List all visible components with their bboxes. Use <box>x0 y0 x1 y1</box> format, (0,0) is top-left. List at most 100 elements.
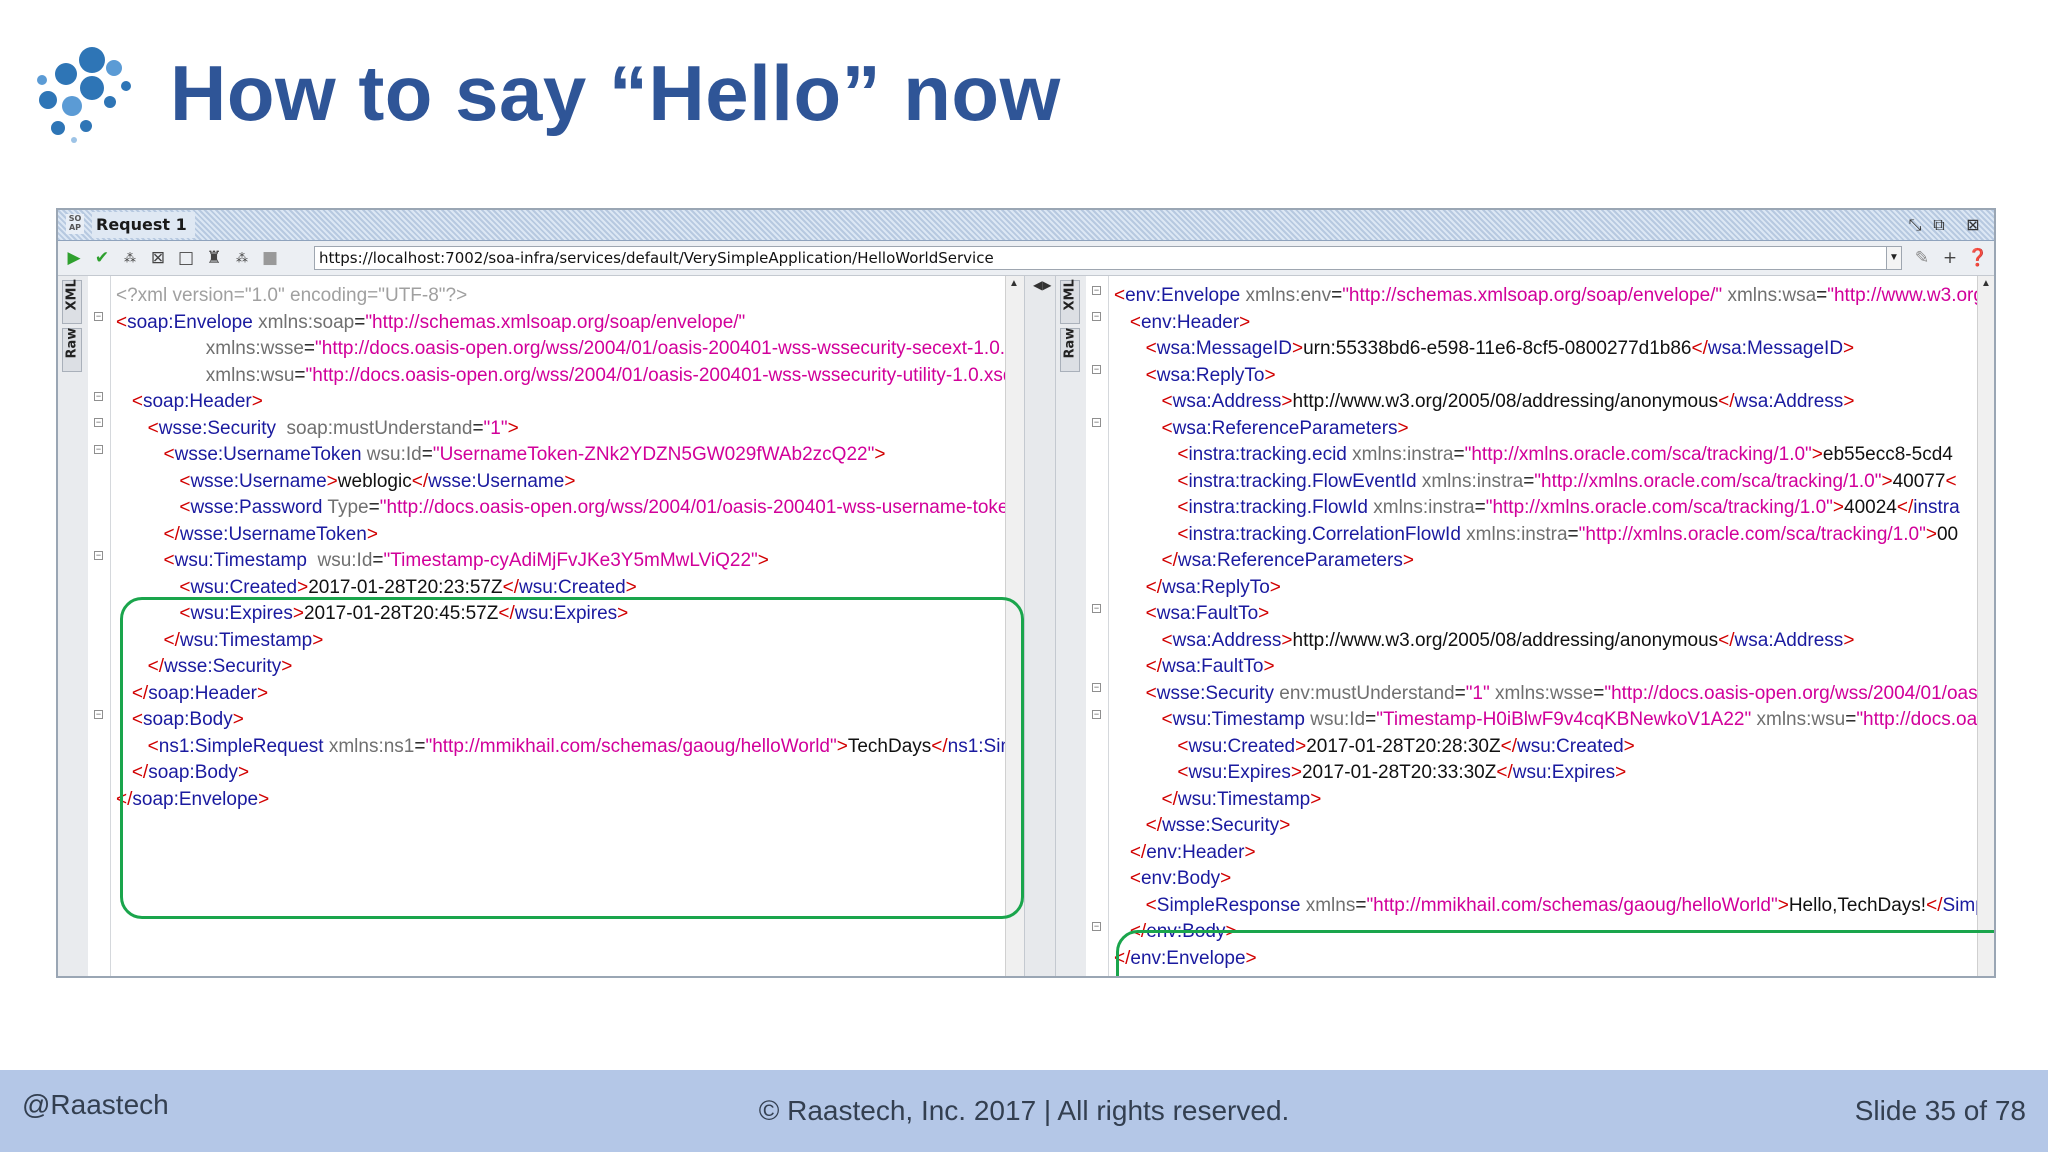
response-scrollbar[interactable]: ▲ <box>1977 276 1994 976</box>
code-line[interactable]: <wsu:Timestamp wsu:Id="Timestamp-cyAdiMj… <box>116 548 1024 575</box>
code-token: "http://schemas.xmlsoap.org/soap/envelop… <box>365 311 746 333</box>
code-line[interactable]: </wsse:UsernameToken> <box>116 522 1024 549</box>
code-line[interactable]: <instra:tracking.FlowEventId xmlns:instr… <box>1114 469 1994 496</box>
code-token: </ <box>116 788 133 810</box>
fold-toggle-icon[interactable]: − <box>94 445 103 454</box>
code-line[interactable]: <wsa:ReferenceParameters> <box>1114 416 1994 443</box>
code-line[interactable]: xmlns:wsu="http://docs.oasis-open.org/ws… <box>116 363 1024 390</box>
fold-toggle-icon[interactable]: − <box>1092 710 1101 719</box>
code-line[interactable]: <wsa:Address>http://www.w3.org/2005/08/a… <box>1114 628 1994 655</box>
fold-toggle-icon[interactable]: − <box>1092 365 1101 374</box>
code-line[interactable]: </soap:Envelope> <box>116 787 1024 814</box>
tab-raw[interactable]: Raw <box>1060 328 1080 372</box>
code-line[interactable]: <SimpleResponse xmlns="http://mmikhail.c… <box>1114 893 1994 920</box>
code-line[interactable]: <wsa:MessageID>urn:55338bd6-e598-11e6-8c… <box>1114 336 1994 363</box>
code-token: </ <box>1114 947 1131 969</box>
fold-toggle-icon[interactable]: − <box>94 710 103 719</box>
cancel-icon[interactable]: ■ <box>258 246 282 270</box>
tab-raw[interactable]: Raw <box>62 328 82 372</box>
code-token: </ <box>116 682 149 704</box>
code-line[interactable]: <wsu:Created>2017-01-28T20:28:30Z</wsu:C… <box>1114 734 1994 761</box>
close-icon[interactable]: ⊠ <box>1962 214 1984 236</box>
code-line[interactable]: <soap:Body> <box>116 707 1024 734</box>
code-line[interactable]: </env:Envelope> <box>1114 946 1994 973</box>
request-scrollbar[interactable]: ▲ <box>1005 276 1024 976</box>
expand-icon[interactable]: ⊠ <box>146 246 170 270</box>
code-line[interactable]: xmlns:wsse="http://docs.oasis-open.org/w… <box>116 336 1024 363</box>
code-line[interactable]: </soap:Header> <box>116 681 1024 708</box>
fold-toggle-icon[interactable]: − <box>1092 312 1101 321</box>
code-line[interactable]: <wsse:UsernameToken wsu:Id="UsernameToke… <box>116 442 1024 469</box>
code-line[interactable]: </wsa:ReferenceParameters> <box>1114 548 1994 575</box>
request-xml-code[interactable]: <?xml version="1.0" encoding="UTF-8"?> <s… <box>116 283 1024 813</box>
pane-splitter[interactable]: ◀▶ <box>1024 276 1056 976</box>
code-line[interactable]: <ns1:SimpleRequest xmlns:ns1="http://mmi… <box>116 734 1024 761</box>
code-line[interactable]: <env:Envelope xmlns:env="http://schemas.… <box>1114 283 1994 310</box>
code-line[interactable]: <instra:tracking.CorrelationFlowId xmlns… <box>1114 522 1994 549</box>
fold-toggle-icon[interactable]: − <box>94 551 103 560</box>
soap-options-icon[interactable]: ⁂ <box>118 246 142 270</box>
fold-toggle-icon[interactable]: − <box>1092 683 1101 692</box>
code-line[interactable]: </env:Header> <box>1114 840 1994 867</box>
code-line[interactable]: </wsu:Timestamp> <box>1114 787 1994 814</box>
code-line[interactable]: <instra:tracking.ecid xmlns:instra="http… <box>1114 442 1994 469</box>
soap-request-icon: SO AP <box>66 214 84 234</box>
tab-xml[interactable]: XML <box>62 279 82 324</box>
fold-toggle-icon[interactable]: − <box>94 418 103 427</box>
code-line[interactable]: <wsa:ReplyTo> <box>1114 363 1994 390</box>
detach-icon[interactable]: ⤡ <box>1904 214 1926 236</box>
fold-toggle-icon[interactable]: − <box>1092 286 1101 295</box>
code-line[interactable]: <soap:Envelope xmlns:soap="http://schema… <box>116 310 1024 337</box>
code-line[interactable]: <instra:tracking.FlowId xmlns:instra="ht… <box>1114 495 1994 522</box>
code-line[interactable]: </soap:Body> <box>116 760 1024 787</box>
code-line[interactable]: <wsu:Expires>2017-01-28T20:45:57Z</wsu:E… <box>116 601 1024 628</box>
code-token: = <box>421 444 433 465</box>
code-line[interactable]: <wsse:Security env:mustUnderstand="1" xm… <box>1114 681 1994 708</box>
code-line[interactable]: <wsa:Address>http://www.w3.org/2005/08/a… <box>1114 389 1994 416</box>
footer-copyright: © Raastech, Inc. 2017 | All rights reser… <box>758 1095 1290 1126</box>
response-xml-code[interactable]: <env:Envelope xmlns:env="http://schemas.… <box>1114 283 1995 973</box>
edit-endpoint-icon[interactable]: ✎ <box>1910 246 1934 270</box>
code-line[interactable]: <?xml version="1.0" encoding="UTF-8"?> <box>116 283 1024 310</box>
fold-toggle-icon[interactable]: − <box>94 312 103 321</box>
add-icon[interactable]: + <box>1938 246 1962 270</box>
code-line[interactable]: <env:Body> <box>1114 866 1994 893</box>
code-line[interactable]: <wsse:Password Type="http://docs.oasis-o… <box>116 495 1024 522</box>
help-icon[interactable]: ❓ <box>1966 246 1990 270</box>
code-token: > <box>1623 735 1635 757</box>
code-line[interactable]: </wsa:FaultTo> <box>1114 654 1994 681</box>
code-line[interactable]: <wsse:Security soap:mustUnderstand="1"> <box>116 416 1024 443</box>
code-token: env:Envelope <box>1125 285 1241 306</box>
code-line[interactable]: </wsse:Security> <box>1114 813 1994 840</box>
attachment-icon[interactable]: ♜ <box>202 246 226 270</box>
run-icon[interactable]: ▶ <box>62 246 86 270</box>
wsdl-icon[interactable]: ⁂ <box>230 246 254 270</box>
run-with-check-icon[interactable]: ✔ <box>90 246 114 270</box>
endpoint-url-field[interactable]: https://localhost:7002/soa-infra/service… <box>314 246 1898 270</box>
fold-toggle-icon[interactable]: − <box>1092 418 1101 427</box>
code-line[interactable]: <soap:Header> <box>116 389 1024 416</box>
code-token: "http://schemas.xmlsoap.org/soap/envelop… <box>1342 285 1723 306</box>
code-token: wsu:Expires <box>190 603 293 624</box>
url-dropdown-icon[interactable]: ▼ <box>1886 246 1902 270</box>
fold-toggle-icon[interactable]: − <box>1092 604 1101 613</box>
code-line[interactable]: </wsse:Security> <box>116 654 1024 681</box>
code-line[interactable]: <wsu:Expires>2017-01-28T20:33:30Z</wsu:E… <box>1114 760 1994 787</box>
fold-toggle-icon[interactable]: − <box>1092 922 1101 931</box>
tab-xml[interactable]: XML <box>1060 279 1080 324</box>
code-line[interactable]: </wsa:ReplyTo> <box>1114 575 1994 602</box>
code-line[interactable]: </wsu:Timestamp> <box>116 628 1024 655</box>
code-line[interactable]: <wsu:Timestamp wsu:Id="Timestamp-H0iBlwF… <box>1114 707 1995 734</box>
code-line[interactable]: <wsse:Username>weblogic</wsse:Username> <box>116 469 1024 496</box>
fold-toggle-icon[interactable]: − <box>94 392 103 401</box>
code-line[interactable]: </env:Body> <box>1114 919 1994 946</box>
code-line[interactable]: <env:Header> <box>1114 310 1994 337</box>
code-token: < <box>116 576 191 598</box>
code-token: wsa:ReplyTo <box>1156 364 1265 386</box>
code-line[interactable]: <wsu:Created>2017-01-28T20:23:57Z</wsu:C… <box>116 575 1024 602</box>
maximize-icon[interactable]: ⧉ <box>1928 214 1950 236</box>
stop-icon[interactable]: □ <box>174 246 198 270</box>
code-token: wsa:MessageID <box>1707 338 1844 359</box>
slide-number: Slide 35 of 78 <box>1854 1095 2026 1126</box>
code-line[interactable]: <wsa:FaultTo> <box>1114 601 1994 628</box>
